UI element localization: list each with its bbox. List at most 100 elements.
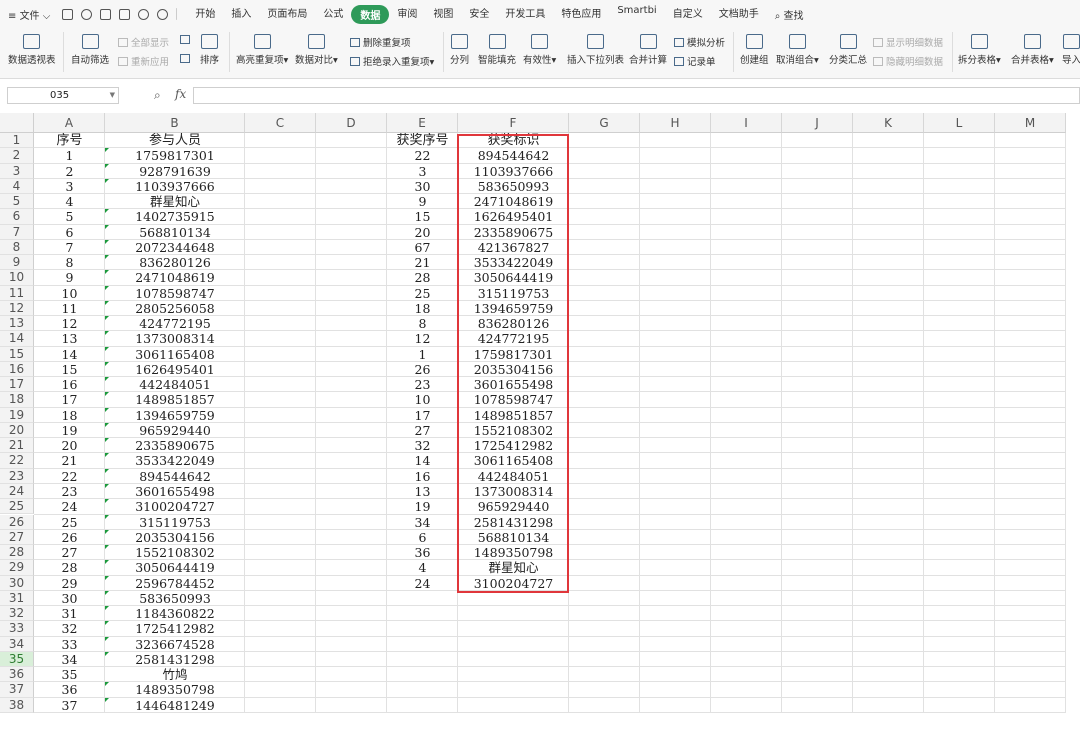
cell-f[interactable]: 1759817301 (458, 347, 569, 362)
cell-e[interactable]: 20 (387, 225, 458, 240)
cell-b[interactable]: 3236674528 (105, 637, 245, 652)
cell-f[interactable]: 1103937666 (458, 164, 569, 179)
cell-a[interactable]: 29 (34, 576, 105, 591)
subtotal-button[interactable]: 分类汇总 (829, 34, 867, 66)
whatif-button[interactable]: 模拟分析 (674, 35, 725, 49)
cell-f[interactable]: 3601655498 (458, 377, 569, 392)
chevron-down-icon[interactable]: ▼ (110, 88, 115, 103)
tab-6[interactable]: 视图 (425, 5, 461, 24)
column-header-e[interactable]: E (387, 113, 458, 133)
cell-e[interactable]: 22 (387, 148, 458, 163)
row-header[interactable]: 16 (0, 361, 34, 378)
cell-a[interactable]: 16 (34, 377, 105, 392)
row-header[interactable]: 7 (0, 224, 34, 240)
cell-e[interactable]: 1 (387, 347, 458, 362)
cell-b[interactable]: 1759817301 (105, 148, 245, 163)
cell-f[interactable]: 424772195 (458, 331, 569, 346)
cell-b[interactable]: 1725412982 (105, 621, 245, 636)
name-box[interactable]: 035 ▼ (7, 87, 119, 104)
row-header[interactable]: 11 (0, 285, 34, 301)
header-cell-e1[interactable]: 获奖序号 (387, 133, 458, 148)
fx-icon[interactable]: fx (175, 87, 186, 101)
cell-b[interactable]: 3100204727 (105, 499, 245, 514)
cell-b[interactable]: 3050644419 (105, 560, 245, 575)
column-header-m[interactable]: M (995, 113, 1066, 133)
preview-icon[interactable] (119, 8, 131, 20)
row-header[interactable]: 3 (0, 163, 34, 179)
cell-e[interactable]: 12 (387, 331, 458, 346)
cell-b[interactable]: 2035304156 (105, 530, 245, 545)
cell-e[interactable]: 27 (387, 423, 458, 438)
cell-e[interactable]: 30 (387, 179, 458, 194)
cell-b[interactable]: 2805256058 (105, 301, 245, 316)
tab-10[interactable]: Smartbi (609, 5, 664, 24)
cell-e[interactable]: 21 (387, 255, 458, 270)
cell-e[interactable]: 67 (387, 240, 458, 255)
cell-e[interactable]: 18 (387, 301, 458, 316)
cell-e[interactable]: 26 (387, 362, 458, 377)
cell-e[interactable]: 8 (387, 316, 458, 331)
cell-f[interactable]: 894544642 (458, 148, 569, 163)
sort-button[interactable]: 排序 (200, 34, 219, 66)
cell-a[interactable]: 8 (34, 255, 105, 270)
cell-b[interactable]: 1103937666 (105, 179, 245, 194)
cell-a[interactable]: 20 (34, 438, 105, 453)
cell-b[interactable]: 583650993 (105, 591, 245, 606)
print-icon[interactable] (100, 8, 112, 20)
cell-b[interactable]: 2581431298 (105, 652, 245, 667)
cell-e[interactable]: 9 (387, 194, 458, 209)
cell-b[interactable]: 1373008314 (105, 331, 245, 346)
cell-f[interactable]: 3533422049 (458, 255, 569, 270)
ungroup-button[interactable]: 取消组合▾ (776, 34, 819, 66)
row-header[interactable]: 17 (0, 377, 34, 393)
cell-f[interactable]: 3061165408 (458, 453, 569, 468)
formula-input[interactable] (193, 87, 1080, 104)
split-table-button[interactable]: 拆分表格▾ (958, 34, 1001, 66)
cell-f[interactable]: 3100204727 (458, 576, 569, 591)
cell-a[interactable]: 13 (34, 331, 105, 346)
tab-1[interactable]: 插入 (223, 5, 259, 24)
cell-b[interactable]: 2335890675 (105, 438, 245, 453)
cell-b[interactable]: 836280126 (105, 255, 245, 270)
cell-e[interactable]: 14 (387, 453, 458, 468)
cell-f[interactable]: 568810134 (458, 530, 569, 545)
reapply-button[interactable]: 重新应用 (118, 54, 169, 68)
cell-a[interactable]: 24 (34, 499, 105, 514)
row-header[interactable]: 34 (0, 636, 34, 652)
row-header[interactable]: 10 (0, 270, 34, 286)
merge-table-button[interactable]: 合并表格▾ (1011, 34, 1054, 66)
cell-b[interactable]: 894544642 (105, 469, 245, 484)
column-header-k[interactable]: K (853, 113, 924, 133)
cell-b[interactable]: 1489350798 (105, 682, 245, 697)
cell-b[interactable]: 442484051 (105, 377, 245, 392)
pivot-table-button[interactable]: 数据透视表 (8, 34, 56, 66)
cell-a[interactable]: 35 (34, 667, 105, 682)
column-header-f[interactable]: F (458, 113, 569, 133)
cell-f[interactable]: 1394659759 (458, 301, 569, 316)
cell-a[interactable]: 7 (34, 240, 105, 255)
header-cell-b1[interactable]: 参与人员 (105, 133, 245, 148)
row-header[interactable]: 1 (0, 133, 34, 149)
column-header-j[interactable]: J (782, 113, 853, 133)
cell-b[interactable]: 1489851857 (105, 392, 245, 407)
cell-a[interactable]: 22 (34, 469, 105, 484)
autofilter-button[interactable]: 自动筛选 (71, 34, 109, 66)
row-header[interactable]: 35 (0, 651, 34, 668)
cell-e[interactable]: 32 (387, 438, 458, 453)
search-button[interactable]: ⌕ 查找 (767, 7, 812, 22)
column-header-b[interactable]: B (105, 113, 245, 133)
hide-detail-button[interactable]: 隐藏明细数据 (873, 54, 943, 68)
cell-a[interactable]: 14 (34, 347, 105, 362)
tab-2[interactable]: 页面布局 (259, 5, 315, 24)
row-header[interactable]: 18 (0, 392, 34, 408)
redo-icon[interactable] (157, 8, 169, 20)
cell-f[interactable]: 1725412982 (458, 438, 569, 453)
cell-e[interactable]: 34 (387, 515, 458, 530)
cell-e[interactable]: 4 (387, 560, 458, 575)
cell-a[interactable]: 25 (34, 515, 105, 530)
show-detail-button[interactable]: 显示明细数据 (873, 35, 943, 49)
cell-b[interactable]: 1626495401 (105, 362, 245, 377)
column-header-a[interactable]: A (34, 113, 105, 133)
cell-f[interactable]: 583650993 (458, 179, 569, 194)
cell-b[interactable]: 3601655498 (105, 484, 245, 499)
